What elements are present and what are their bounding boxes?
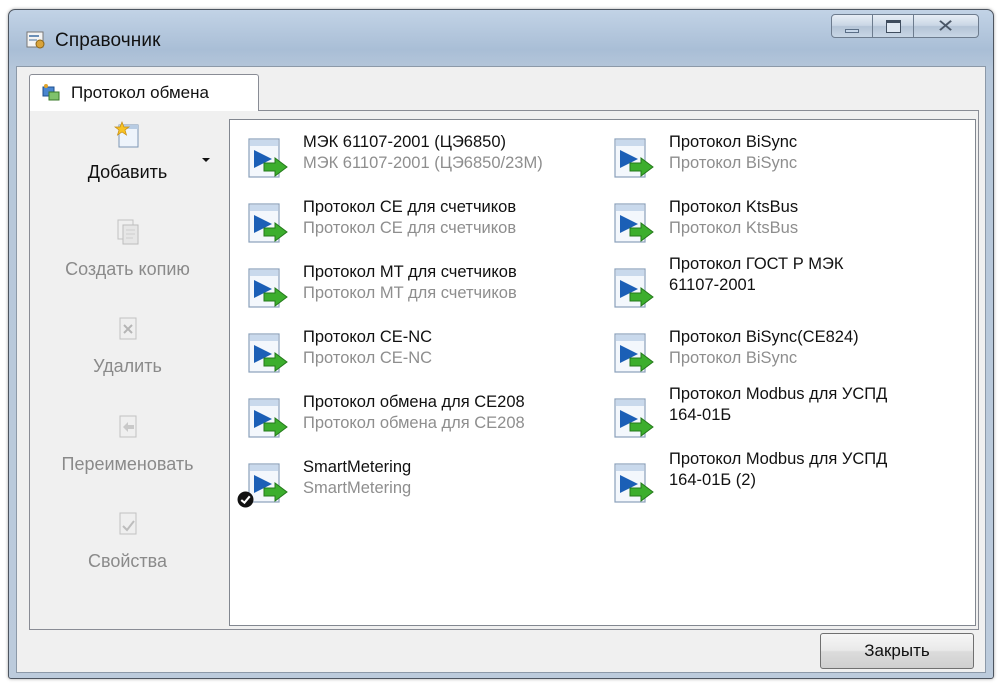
properties-button-label: Свойства [87,551,168,571]
properties-icon [119,512,136,535]
item-subtitle: Протокол MT для счетчиков [303,284,517,302]
protocol-list[interactable]: МЭК 61107-2001 (ЦЭ6850) МЭК 61107-2001 (… [229,119,976,626]
new-item-icon [113,121,138,148]
add-button[interactable]: Добавить [30,120,225,183]
close-window-button[interactable]: ✕ [913,14,979,38]
protocol-icon [242,198,292,248]
protocol-icon [608,133,658,183]
item-title: Протокол CE для счетчиков [303,198,517,216]
window-title: Справочник [55,30,161,51]
list-item[interactable]: Протокол CE для счетчиков Протокол CE дл… [242,195,612,255]
list-item[interactable]: Протокол Modbus для УСПД 164-01Б (2) [608,450,978,515]
item-title: МЭК 61107-2001 (ЦЭ6850) [303,133,507,151]
item-title: Протокол CE-NC [303,328,433,346]
maximize-icon [885,19,901,33]
list-item[interactable]: МЭК 61107-2001 (ЦЭ6850) МЭК 61107-2001 (… [242,130,612,190]
item-title: Протокол MT для счетчиков [303,263,517,281]
item-subtitle: Протокол KtsBus [669,219,799,237]
item-title: Протокол Modbus для УСПД 164-01Б (2) [669,450,888,489]
list-item[interactable]: Протокол CE-NC Протокол CE-NC [242,325,612,385]
item-title: Протокол BiSync(CE824) [669,328,859,346]
chevron-down-icon[interactable] [202,158,210,162]
protocol-icon [242,263,292,313]
protocol-icon [242,393,292,443]
protocol-icon [608,263,658,313]
copy-button-label: Создать копию [65,259,190,279]
item-title: Протокол Modbus для УСПД 164-01Б [669,385,888,424]
list-item[interactable]: Протокол KtsBus Протокол KtsBus [608,195,978,255]
protocol-tab-icon [42,84,60,101]
copy-button[interactable]: Создать копию [30,217,225,280]
tab-label: Протокол обмена [71,83,209,102]
protocol-icon [608,328,658,378]
item-subtitle: Протокол обмена для CE208 [303,414,525,432]
list-item[interactable]: Протокол Modbus для УСПД 164-01Б [608,385,978,450]
item-title: Протокол KtsBus [669,198,799,216]
title-bar[interactable]: Справочник ✕ [9,10,993,66]
copy-icon [117,219,138,245]
tab-panel: Добавить Создать копию Удалить Переимено… [29,110,979,630]
item-subtitle: Протокол BiSync [669,349,798,367]
protocol-icon [608,393,658,443]
close-icon: ✕ [936,15,956,37]
active-check-icon [237,491,254,508]
add-button-label: Добавить [87,162,168,182]
close-button[interactable]: Закрыть [820,633,974,669]
item-title: Протокол BiSync [669,133,798,151]
dialog-window: Справочник ✕ Протокол обмена Добавить Со… [8,9,994,679]
list-item[interactable]: Протокол ГОСТ Р МЭК 61107-2001 [608,255,978,320]
item-subtitle: МЭК 61107-2001 (ЦЭ6850/23М) [303,154,543,172]
item-subtitle: SmartMetering [303,479,412,497]
rename-icon [119,415,136,438]
tab-exchange-protocol[interactable]: Протокол обмена [29,74,259,111]
protocol-icon [608,198,658,248]
protocol-icon [608,458,658,508]
list-item[interactable]: Протокол обмена для CE208 Протокол обмен… [242,390,612,450]
protocol-icon [242,133,292,183]
properties-button[interactable]: Свойства [30,509,225,572]
delete-button-label: Удалить [93,356,162,376]
dialog-content: Протокол обмена Добавить Создать копию У… [16,66,986,673]
item-subtitle: Протокол CE для счетчиков [303,219,517,237]
minimize-icon [845,29,859,33]
app-icon [26,31,45,49]
item-title: Протокол обмена для CE208 [303,393,525,411]
list-item[interactable]: Протокол BiSync(CE824) Протокол BiSync [608,325,978,385]
toolbar: Добавить Создать копию Удалить Переимено… [30,111,225,629]
delete-icon [119,317,136,340]
item-title: Протокол ГОСТ Р МЭК 61107-2001 [669,255,844,294]
maximize-button[interactable] [872,14,914,38]
list-item[interactable]: Протокол MT для счетчиков Протокол MT дл… [242,260,612,320]
delete-button[interactable]: Удалить [30,314,225,377]
list-item[interactable]: Протокол BiSync Протокол BiSync [608,130,978,190]
protocol-icon [242,328,292,378]
item-subtitle: Протокол CE-NC [303,349,433,367]
item-title: SmartMetering [303,458,412,476]
rename-button[interactable]: Переименовать [30,412,225,475]
list-item[interactable]: SmartMetering SmartMetering [237,455,612,515]
item-subtitle: Протокол BiSync [669,154,798,172]
rename-button-label: Переименовать [61,454,194,474]
minimize-button[interactable] [831,14,873,38]
